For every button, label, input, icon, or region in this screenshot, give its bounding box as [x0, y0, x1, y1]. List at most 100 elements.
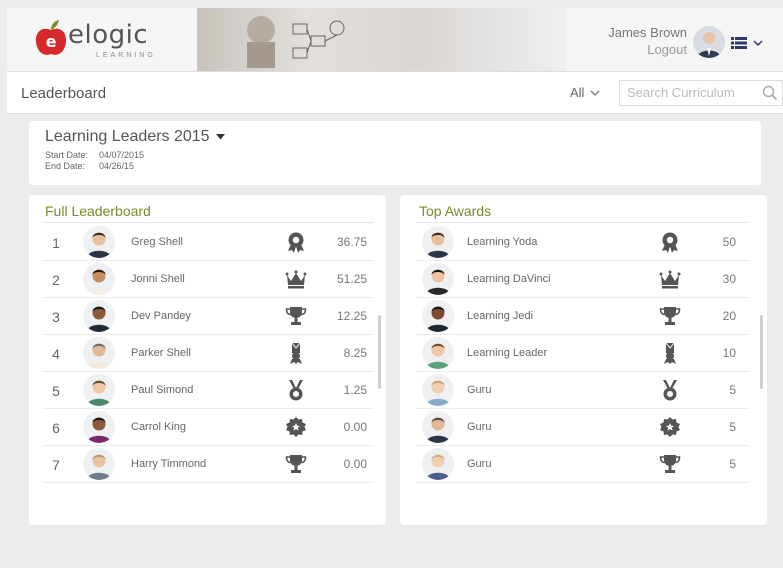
- award-name: Learning DaVinci: [467, 273, 551, 285]
- avatar: [83, 411, 115, 443]
- divider: [416, 222, 749, 223]
- list-item[interactable]: Guru 5: [416, 446, 749, 483]
- user-info: James Brown Logout: [608, 24, 687, 58]
- avatar: [422, 226, 454, 258]
- list-item[interactable]: Learning DaVinci 30: [416, 261, 749, 298]
- chevron-down-icon: [590, 90, 600, 96]
- contest-selector[interactable]: Learning Leaders 2015: [45, 128, 225, 146]
- score-value: 12.25: [336, 309, 367, 323]
- score-value: 1.25: [343, 383, 367, 397]
- person-icon: [697, 32, 721, 58]
- award-name: Guru: [467, 458, 492, 470]
- learner-name: Jonni Shell: [131, 273, 185, 285]
- trophy-icon: [285, 305, 307, 327]
- app-header: e elogic LEARNING James Brown Logout: [7, 8, 783, 72]
- user-avatar[interactable]: [693, 26, 725, 58]
- seal-icon: [285, 416, 307, 438]
- filter-value: All: [570, 85, 585, 100]
- scrollbar[interactable]: [378, 315, 381, 389]
- medal-icon: [659, 379, 681, 401]
- award-name: Guru: [467, 421, 492, 433]
- rank-number: 5: [52, 383, 60, 399]
- score-value: 10: [722, 346, 736, 360]
- rank-number: 4: [52, 346, 60, 362]
- seal-icon: [659, 416, 681, 438]
- scrollbar[interactable]: [760, 315, 763, 389]
- score-value: 30: [722, 272, 736, 286]
- rank-number: 1: [52, 235, 60, 251]
- crown-icon: [659, 268, 681, 290]
- user-name: James Brown: [608, 25, 687, 40]
- contest-dates: Start Date: 04/07/2015 End Date: 04/26/15: [45, 150, 144, 172]
- list-item[interactable]: 5 Paul Simond 1.25: [43, 372, 374, 409]
- score-value: 20: [722, 309, 736, 323]
- rank-number: 7: [52, 457, 60, 473]
- avatar: [422, 374, 454, 406]
- list-item[interactable]: Guru 5: [416, 409, 749, 446]
- brand-logo[interactable]: e elogic LEARNING: [34, 18, 164, 62]
- header-banner: [197, 8, 567, 71]
- trophy-icon: [285, 453, 307, 475]
- trophy-icon: [659, 305, 681, 327]
- avatar: [83, 448, 115, 480]
- trophy-icon: [659, 453, 681, 475]
- list-item[interactable]: 7 Harry Timmond 0.00: [43, 446, 374, 483]
- medal-icon: [285, 379, 307, 401]
- learner-name: Harry Timmond: [131, 458, 207, 470]
- rank-number: 6: [52, 420, 60, 436]
- top-awards-title: Top Awards: [419, 203, 492, 219]
- search-icon[interactable]: [762, 85, 778, 101]
- avatar: [422, 263, 454, 295]
- chevron-down-icon: [753, 40, 763, 46]
- contest-title: Learning Leaders 2015: [45, 128, 210, 145]
- avatar: [422, 337, 454, 369]
- award-name: Learning Jedi: [467, 310, 534, 322]
- page-titlebar: Leaderboard All: [7, 72, 783, 114]
- list-item[interactable]: Learning Jedi 20: [416, 298, 749, 335]
- score-value: 5: [729, 457, 736, 471]
- avatar: [83, 374, 115, 406]
- learner-name: Parker Shell: [131, 347, 191, 359]
- list-item[interactable]: Guru 5: [416, 372, 749, 409]
- rosette-icon: [285, 231, 307, 253]
- end-date-value: 04/26/15: [99, 161, 135, 171]
- list-item[interactable]: Learning Leader 10: [416, 335, 749, 372]
- search-input[interactable]: [627, 85, 757, 100]
- rosette-icon: [659, 231, 681, 253]
- list-item[interactable]: Learning Yoda 50: [416, 224, 749, 261]
- banner-sketch-icon: [247, 16, 345, 68]
- rank-number: 2: [52, 272, 60, 288]
- list-item[interactable]: 3 Dev Pandey 12.25: [43, 298, 374, 335]
- ribbon-icon: [285, 342, 307, 364]
- logout-link[interactable]: Logout: [608, 41, 687, 58]
- divider: [43, 222, 374, 223]
- caret-down-icon: [215, 134, 225, 140]
- score-value: 0.00: [343, 457, 367, 471]
- learner-name: Paul Simond: [131, 384, 194, 396]
- start-date-label: Start Date:: [45, 150, 89, 160]
- score-value: 8.25: [343, 346, 367, 360]
- rank-number: 3: [52, 309, 60, 325]
- list-item[interactable]: 1 Greg Shell 36.75: [43, 224, 374, 261]
- learner-name: Greg Shell: [131, 236, 183, 248]
- page-title: Leaderboard: [21, 85, 107, 102]
- search-box: [619, 80, 783, 106]
- list-item[interactable]: 6 Carrol King 0.00: [43, 409, 374, 446]
- list-item[interactable]: 2 Jonni Shell 51.25: [43, 261, 374, 298]
- score-value: 50: [722, 235, 736, 249]
- main-menu-button[interactable]: [731, 34, 773, 52]
- award-name: Guru: [467, 384, 492, 396]
- list-item[interactable]: 4 Parker Shell 8.25: [43, 335, 374, 372]
- avatar: [83, 300, 115, 332]
- award-name: Learning Yoda: [467, 236, 538, 248]
- avatar: [422, 300, 454, 332]
- crown-icon: [285, 268, 307, 290]
- score-value: 36.75: [336, 235, 367, 249]
- ribbon-icon: [659, 342, 681, 364]
- score-value: 5: [729, 383, 736, 397]
- avatar: [422, 411, 454, 443]
- curriculum-filter-dropdown[interactable]: All: [570, 85, 600, 100]
- score-value: 0.00: [343, 420, 367, 434]
- end-date-label: End Date:: [45, 161, 86, 171]
- logo-subtext: LEARNING: [96, 52, 156, 59]
